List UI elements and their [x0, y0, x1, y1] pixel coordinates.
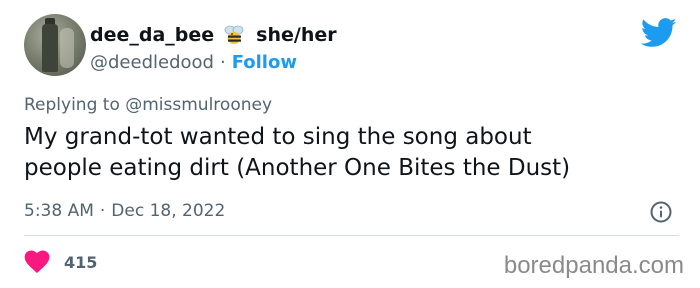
replying-to-prefix: Replying to: [24, 95, 120, 115]
divider: [24, 235, 679, 236]
tweet-meta: 5:38 AM · Dec 18, 2022: [24, 198, 225, 224]
meta-separator: ·: [99, 201, 106, 221]
tweet-card: dee_da_bee she/her @deedledood · Follow …: [0, 0, 700, 288]
pronouns: she/her: [256, 24, 337, 46]
tweet-time[interactable]: 5:38 AM: [24, 201, 94, 221]
replying-to: Replying to @missmulrooney: [24, 95, 272, 115]
like-count: 415: [64, 252, 98, 272]
bee-emoji-icon: [224, 25, 244, 44]
avatar-highlight: [60, 28, 74, 68]
info-icon[interactable]: [649, 200, 673, 224]
handle-separator: ·: [219, 51, 226, 73]
follow-button[interactable]: Follow: [232, 52, 297, 73]
heart-icon[interactable]: [24, 250, 50, 274]
reply-mention-link[interactable]: @missmulrooney: [125, 95, 272, 115]
user-handle[interactable]: @deedledood: [90, 52, 214, 73]
twitter-bird-icon[interactable]: [641, 18, 677, 48]
tweet-text-line: people eating dirt (Another One Bites th…: [24, 155, 571, 181]
display-name[interactable]: dee_da_bee: [90, 24, 214, 46]
avatar-bottle: [42, 24, 58, 72]
avatar[interactable]: [24, 14, 86, 76]
tweet-text: My grand-tot wanted to sing the song abo…: [24, 122, 664, 184]
tweet-text-line: My grand-tot wanted to sing the song abo…: [24, 124, 532, 150]
author-name-row: dee_da_bee she/her: [90, 22, 337, 48]
handle-row: @deedledood · Follow: [90, 50, 297, 74]
watermark: boredpanda.com: [503, 252, 684, 279]
tweet-date[interactable]: Dec 18, 2022: [111, 201, 225, 221]
likes-row: 415: [24, 249, 97, 275]
